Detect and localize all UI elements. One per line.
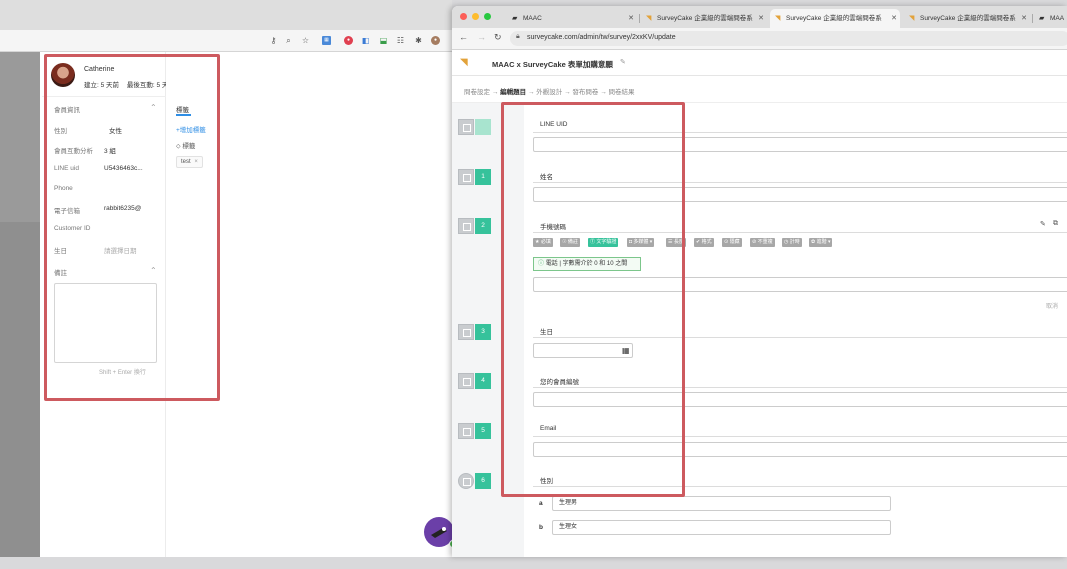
right-tab-bar: ▰ MAAC ✕ ◥ SurveyCake 企業級的雲端問卷系 ✕ ◥ Surv… xyxy=(452,6,1067,28)
extension-icon[interactable]: ● xyxy=(344,36,353,45)
sidebar-gray-area xyxy=(0,52,40,222)
address-toolbar: ← → ↻ 🔒︎ surveycake.com/admin/tw/survey/… xyxy=(452,28,1067,50)
key-icon[interactable]: ⚷ xyxy=(269,36,278,45)
step-edit-questions[interactable]: 編輯題目 xyxy=(500,89,526,96)
surveycake-icon: ◥ xyxy=(775,15,781,22)
edit-title-icon[interactable]: ✎ xyxy=(620,58,626,66)
zoom-icon[interactable]: ⌕ xyxy=(284,36,293,45)
chat-launcher-button[interactable] xyxy=(424,517,452,547)
tab-separator xyxy=(639,14,640,23)
select-checkbox-icon[interactable] xyxy=(458,119,474,135)
tab-title: SurveyCake 企業級的雲端問卷系 xyxy=(657,15,753,22)
radio-type-icon[interactable] xyxy=(458,473,474,489)
timer-button[interactable]: ◷ 計時 xyxy=(782,238,802,247)
reload-icon[interactable]: ↻ xyxy=(494,32,502,43)
step-appearance[interactable]: 外觀設計 xyxy=(536,89,562,96)
forward-arrow-icon[interactable]: → xyxy=(477,32,486,42)
unique-button[interactable]: ⊘ 不重複 xyxy=(750,238,775,247)
surveycake-icon: ◥ xyxy=(909,15,915,22)
back-arrow-icon[interactable]: ← xyxy=(459,32,468,42)
tab-title: MAA xyxy=(1050,15,1065,22)
step-publish[interactable]: 發布問卷 xyxy=(572,89,598,96)
copy-icon[interactable]: ⧉ xyxy=(1053,220,1058,228)
left-browser-toolbar: ⚷ ⌕ ☆ ▦ ● ◧ ⬓ ☷ ✱ ● xyxy=(0,30,452,52)
star-icon[interactable]: ☆ xyxy=(301,36,310,45)
survey-title: MAAC x SurveyCake 表單加購意願 xyxy=(492,60,613,69)
step-arrow: → xyxy=(600,89,607,96)
step-arrow: → xyxy=(527,89,535,96)
close-icon[interactable]: ✕ xyxy=(891,9,897,28)
select-checkbox-icon[interactable] xyxy=(458,169,474,185)
select-checkbox-icon[interactable] xyxy=(458,324,474,340)
extension-icon[interactable]: ☷ xyxy=(396,36,405,45)
url-text: surveycake.com/admin/tw/survey/2xxKV/upd… xyxy=(527,34,676,41)
question-marker[interactable]: 6 xyxy=(458,473,491,489)
step-results[interactable]: 問卷結果 xyxy=(609,89,635,96)
extension-icon[interactable]: ⬓ xyxy=(379,36,388,45)
maac-icon: ▰ xyxy=(512,15,518,22)
browser-tab-active[interactable]: ◥ SurveyCake 企業級的雲端問卷系 ✕ xyxy=(770,9,900,28)
profile-avatar-icon[interactable]: ● xyxy=(431,36,440,45)
browser-tab[interactable]: ◥ SurveyCake 企業級的雲端問卷系 ✕ xyxy=(641,9,767,28)
browser-tab[interactable]: ▰ MAAC ✕ xyxy=(507,9,637,28)
highlight-box-member-panel xyxy=(44,54,220,401)
survey-header: ◥ MAAC x SurveyCake 表單加購意願 ✎ xyxy=(452,50,1067,76)
tab-title: SurveyCake 企業級的雲端問卷系 xyxy=(920,15,1016,22)
maximize-window-icon[interactable] xyxy=(484,13,491,20)
highlight-box-questions xyxy=(501,102,685,497)
step-arrow: → xyxy=(491,89,499,96)
cancel-button[interactable]: 取消 xyxy=(1046,301,1058,310)
option-letter: b xyxy=(539,524,543,531)
address-bar[interactable]: 🔒︎ surveycake.com/admin/tw/survey/2xxKV/… xyxy=(510,31,1067,46)
browser-tab[interactable]: ◥ SurveyCake 企業級的雲端問卷系 ✕ xyxy=(904,9,1030,28)
extensions-puzzle-icon[interactable]: ✱ xyxy=(414,36,423,45)
question-marker[interactable]: 1 xyxy=(458,169,491,185)
select-checkbox-icon[interactable] xyxy=(458,218,474,234)
option-letter: a xyxy=(539,500,543,507)
chat-icon xyxy=(431,527,447,538)
advanced-dropdown-button[interactable]: ✿ 進階 ▾ xyxy=(809,238,833,247)
format-button[interactable]: ✔ 格式 xyxy=(694,238,714,247)
extension-icon[interactable]: ◧ xyxy=(361,36,370,45)
lock-icon: 🔒︎ xyxy=(516,33,520,40)
maac-icon: ▰ xyxy=(1039,15,1045,22)
question-marker[interactable]: 2 xyxy=(458,218,491,234)
surveycake-icon: ◥ xyxy=(646,15,652,22)
question-marker[interactable]: 3 xyxy=(458,324,491,340)
question-marker[interactable]: 4 xyxy=(458,373,491,389)
option-input[interactable]: 生理男 xyxy=(552,496,891,511)
tab-title: SurveyCake 企業級的雲端問卷系 xyxy=(786,15,882,22)
step-breadcrumb: 問卷設定 → 編輯題目 → 外觀設計 → 發布問卷 → 問卷結果 xyxy=(452,77,1067,103)
left-tab-bar xyxy=(0,0,452,30)
browser-tab[interactable]: ▰ MAA xyxy=(1034,9,1067,28)
step-settings[interactable]: 問卷設定 xyxy=(464,89,490,96)
close-window-icon[interactable] xyxy=(460,13,467,20)
edit-icon[interactable]: ✎ xyxy=(1040,220,1046,228)
select-checkbox-icon[interactable] xyxy=(458,373,474,389)
minimize-window-icon[interactable] xyxy=(472,13,479,20)
extension-icon[interactable]: ▦ xyxy=(322,36,331,45)
surveycake-logo-icon[interactable]: ◥ xyxy=(460,57,472,69)
step-arrow: → xyxy=(564,89,571,96)
hide-button[interactable]: ⊙ 隱藏 xyxy=(722,238,742,247)
select-checkbox-icon[interactable] xyxy=(458,423,474,439)
option-input[interactable]: 生理女 xyxy=(552,520,891,535)
close-icon[interactable]: ✕ xyxy=(758,9,764,28)
close-icon[interactable]: ✕ xyxy=(628,9,634,28)
question-marker[interactable]: 5 xyxy=(458,423,491,439)
tab-title: MAAC xyxy=(523,15,542,22)
question-marker[interactable] xyxy=(458,119,491,135)
close-icon[interactable]: ✕ xyxy=(1021,9,1027,28)
tab-separator xyxy=(1032,14,1033,23)
steps-row: 問卷設定 → 編輯題目 → 外觀設計 → 發布問卷 → 問卷結果 xyxy=(464,86,635,96)
